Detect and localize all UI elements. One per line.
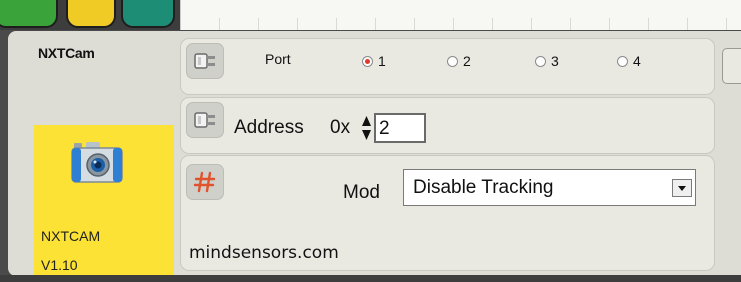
plug-icon: [194, 112, 215, 128]
address-input[interactable]: [374, 113, 426, 143]
chevron-down-icon[interactable]: [672, 179, 692, 197]
radio-icon: [617, 55, 628, 67]
mode-label: Mod: [343, 182, 380, 203]
sequence-ruler: [180, 0, 741, 30]
version-line-2: V1.10: [41, 257, 78, 273]
toolbar-strip: [0, 0, 741, 30]
port-option-label: 2: [463, 53, 471, 69]
toolbar-green-button[interactable]: [0, 0, 58, 28]
radio-icon: [535, 55, 546, 67]
port-option-label: 4: [633, 53, 641, 69]
toolbar-yellow-button[interactable]: [66, 0, 116, 28]
version-line-1: NXTCAM: [41, 228, 101, 244]
radio-icon: [447, 55, 458, 67]
frame-bottom-edge: [0, 275, 741, 282]
port-option-label: 1: [378, 53, 386, 69]
spinner-arrows-icon[interactable]: [361, 114, 372, 142]
camera-icon: [71, 142, 123, 183]
side-panel-tab[interactable]: [722, 48, 741, 84]
port-label: Port: [265, 51, 291, 67]
address-prefix: 0x: [330, 117, 351, 138]
port-option-4[interactable]: 4: [617, 53, 641, 69]
hash-icon: [193, 171, 216, 193]
port-option-1[interactable]: 1: [362, 53, 386, 69]
port-option-3[interactable]: 3: [535, 53, 559, 69]
block-title: NXTCam: [38, 45, 95, 61]
port-plug-button[interactable]: [186, 43, 224, 79]
address-plug-button[interactable]: [186, 102, 224, 138]
radio-selected-icon: [362, 55, 373, 67]
mode-select-value: Disable Tracking: [413, 177, 554, 198]
port-option-label: 3: [551, 53, 559, 69]
vendor-footer: mindsensors.com: [189, 243, 339, 263]
plug-icon: [194, 53, 215, 69]
mode-select[interactable]: Disable Tracking: [403, 169, 696, 206]
address-label: Address: [234, 117, 304, 138]
port-option-2[interactable]: 2: [447, 53, 471, 69]
mode-hash-button[interactable]: [186, 164, 224, 200]
toolbar-teal-button[interactable]: [121, 0, 175, 28]
